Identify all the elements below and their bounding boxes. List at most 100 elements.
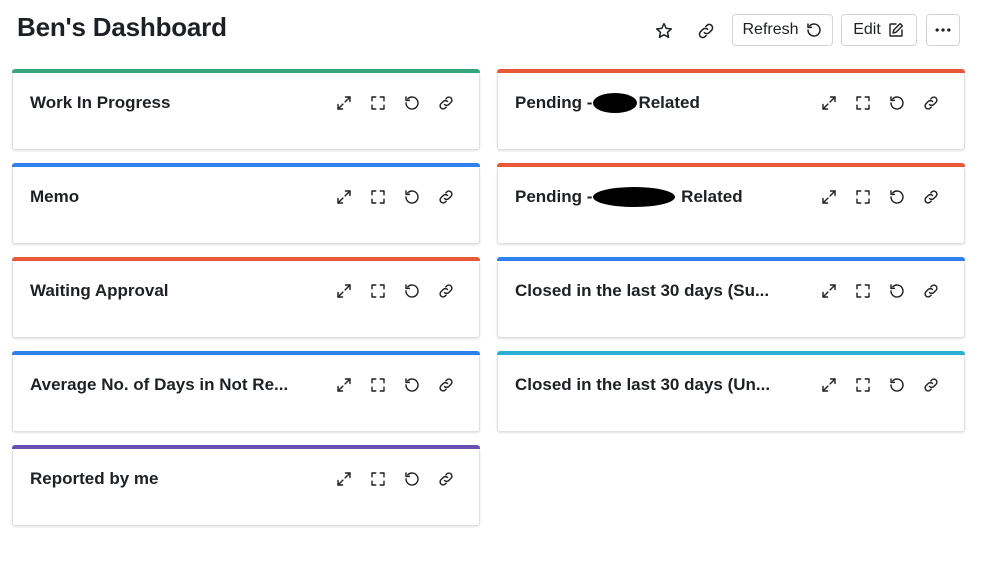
card-link-button[interactable] bbox=[920, 374, 942, 396]
expand-icon bbox=[822, 96, 836, 110]
fullscreen-icon bbox=[856, 284, 870, 298]
card-title: Reported by me bbox=[30, 469, 159, 488]
card-pending-related-1[interactable]: Pending - Related bbox=[497, 69, 965, 150]
fullscreen-icon bbox=[371, 472, 385, 486]
card-link-button[interactable] bbox=[435, 186, 457, 208]
expand-button[interactable] bbox=[818, 374, 840, 396]
more-horizontal-icon bbox=[935, 28, 951, 32]
fullscreen-button[interactable] bbox=[367, 92, 389, 114]
fullscreen-button[interactable] bbox=[367, 280, 389, 302]
card-reported-by-me[interactable]: Reported by me bbox=[12, 445, 480, 526]
card-link-button[interactable] bbox=[920, 92, 942, 114]
refresh-icon bbox=[405, 190, 419, 204]
fullscreen-icon bbox=[371, 378, 385, 392]
card-title: Average No. of Days in Not Re... bbox=[30, 375, 289, 394]
card-actions bbox=[333, 468, 457, 490]
card-pending-related-2[interactable]: Pending - Related bbox=[497, 163, 965, 244]
card-refresh-button[interactable] bbox=[886, 92, 908, 114]
card-title-prefix: Pending - bbox=[515, 93, 593, 112]
link-icon bbox=[924, 284, 938, 298]
card-waiting-approval[interactable]: Waiting Approval bbox=[12, 257, 480, 338]
expand-button[interactable] bbox=[818, 92, 840, 114]
refresh-icon bbox=[890, 284, 904, 298]
expand-button[interactable] bbox=[333, 92, 355, 114]
fullscreen-icon bbox=[856, 96, 870, 110]
card-refresh-button[interactable] bbox=[401, 468, 423, 490]
star-icon bbox=[656, 22, 672, 39]
card-color-bar bbox=[497, 163, 965, 167]
more-options-button[interactable] bbox=[926, 14, 960, 46]
link-icon bbox=[924, 96, 938, 110]
fullscreen-button[interactable] bbox=[367, 186, 389, 208]
edit-icon bbox=[889, 22, 903, 37]
expand-icon bbox=[822, 284, 836, 298]
card-link-button[interactable] bbox=[435, 92, 457, 114]
card-refresh-button[interactable] bbox=[886, 186, 908, 208]
card-link-button[interactable] bbox=[920, 186, 942, 208]
refresh-button[interactable]: Refresh bbox=[732, 14, 833, 46]
fullscreen-button[interactable] bbox=[367, 374, 389, 396]
card-refresh-button[interactable] bbox=[401, 92, 423, 114]
card-title: Memo bbox=[30, 187, 80, 206]
card-color-bar bbox=[497, 257, 965, 261]
card-title-prefix: Pending - bbox=[515, 187, 593, 206]
card-actions bbox=[333, 374, 457, 396]
card-title-suffix: Related bbox=[638, 93, 700, 112]
fullscreen-button[interactable] bbox=[852, 374, 874, 396]
expand-icon bbox=[337, 284, 351, 298]
fullscreen-button[interactable] bbox=[852, 186, 874, 208]
link-icon bbox=[698, 23, 714, 39]
expand-button[interactable] bbox=[333, 374, 355, 396]
card-link-button[interactable] bbox=[435, 468, 457, 490]
expand-button[interactable] bbox=[818, 186, 840, 208]
card-actions bbox=[818, 92, 942, 114]
card-title: Work In Progress bbox=[30, 93, 171, 112]
edit-button-label: Edit bbox=[853, 21, 881, 38]
refresh-icon bbox=[890, 96, 904, 110]
expand-icon bbox=[337, 190, 351, 204]
card-refresh-button[interactable] bbox=[401, 280, 423, 302]
fullscreen-button[interactable] bbox=[367, 468, 389, 490]
fullscreen-icon bbox=[371, 96, 385, 110]
fullscreen-icon bbox=[371, 284, 385, 298]
expand-button[interactable] bbox=[333, 468, 355, 490]
edit-button[interactable]: Edit bbox=[841, 14, 917, 46]
card-refresh-button[interactable] bbox=[401, 374, 423, 396]
link-icon bbox=[439, 284, 453, 298]
card-refresh-button[interactable] bbox=[886, 280, 908, 302]
card-average-days-not-re[interactable]: Average No. of Days in Not Re... bbox=[12, 351, 480, 432]
expand-button[interactable] bbox=[333, 186, 355, 208]
expand-icon bbox=[337, 472, 351, 486]
fullscreen-button[interactable] bbox=[852, 92, 874, 114]
page-title: Ben's Dashboard bbox=[17, 12, 227, 42]
refresh-icon bbox=[405, 96, 419, 110]
card-link-button[interactable] bbox=[920, 280, 942, 302]
card-title: Closed in the last 30 days (Su... bbox=[515, 281, 770, 300]
card-color-bar bbox=[12, 163, 480, 167]
expand-button[interactable] bbox=[333, 280, 355, 302]
card-closed-last-30-days-su[interactable]: Closed in the last 30 days (Su... bbox=[497, 257, 965, 338]
card-memo[interactable]: Memo bbox=[12, 163, 480, 244]
expand-button[interactable] bbox=[818, 280, 840, 302]
link-icon bbox=[439, 96, 453, 110]
card-title: Waiting Approval bbox=[30, 281, 169, 300]
card-refresh-button[interactable] bbox=[401, 186, 423, 208]
dashboard-header: Ben's Dashboard Refresh Edit bbox=[0, 0, 999, 62]
card-refresh-button[interactable] bbox=[886, 374, 908, 396]
expand-icon bbox=[337, 96, 351, 110]
card-work-in-progress[interactable]: Work In Progress bbox=[12, 69, 480, 150]
card-link-button[interactable] bbox=[435, 280, 457, 302]
copy-link-button[interactable] bbox=[692, 17, 720, 45]
redaction-mark bbox=[593, 187, 676, 207]
card-link-button[interactable] bbox=[435, 374, 457, 396]
refresh-icon bbox=[890, 190, 904, 204]
card-closed-last-30-days-un[interactable]: Closed in the last 30 days (Un... bbox=[497, 351, 965, 432]
card-title-suffix: Related bbox=[676, 187, 743, 206]
fullscreen-button[interactable] bbox=[852, 280, 874, 302]
link-icon bbox=[439, 472, 453, 486]
card-color-bar bbox=[12, 69, 480, 73]
star-button[interactable] bbox=[650, 17, 678, 45]
card-title: Closed in the last 30 days (Un... bbox=[515, 375, 771, 394]
card-actions bbox=[333, 186, 457, 208]
fullscreen-icon bbox=[856, 190, 870, 204]
